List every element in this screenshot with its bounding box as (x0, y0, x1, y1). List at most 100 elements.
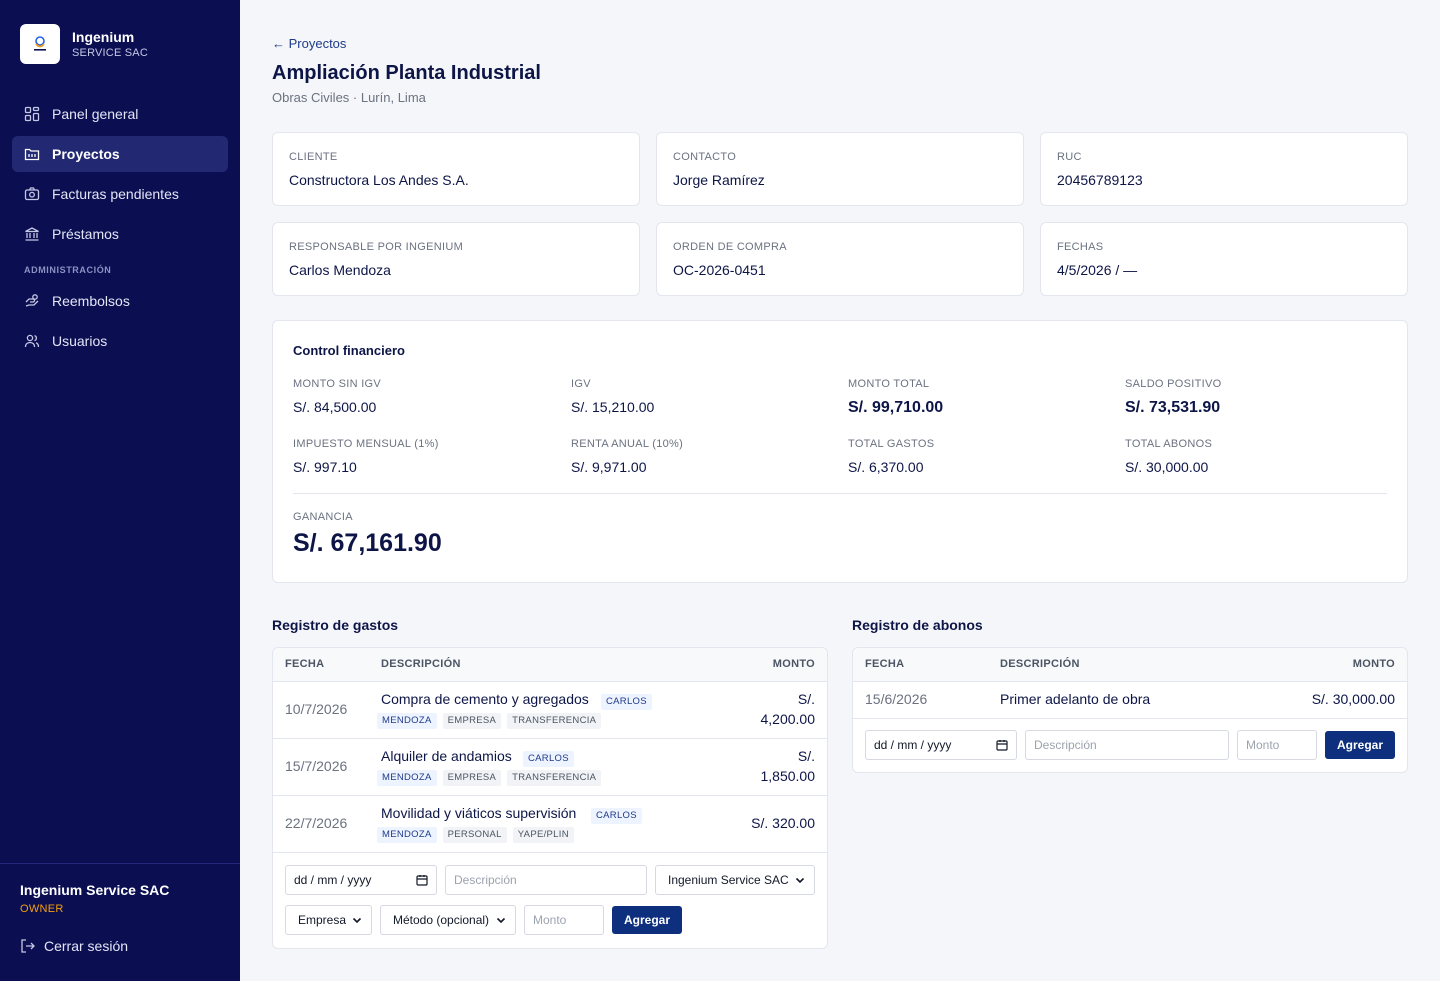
column-header-monto: MONTO (772, 658, 815, 670)
expenses-title: Registro de gastos (272, 617, 399, 633)
tag: CARLOS (601, 694, 652, 710)
column-header-fecha: FECHA (865, 658, 905, 670)
description-placeholder: Descripción (454, 873, 517, 887)
nav-section-admin: ADMINISTRACIÓN (24, 265, 112, 275)
sidebar-item-panel-general[interactable]: Panel general (12, 96, 228, 132)
metric-label: MONTO SIN IGV (293, 378, 382, 390)
type-select-value: Empresa (298, 913, 347, 927)
row-description: Primer adelanto de obra (1000, 691, 1151, 707)
metric-value: S/. 30,000.00 (1125, 459, 1209, 475)
page-subtitle: Obras Civiles · Lurín, Lima (272, 90, 426, 105)
info-label: RUC (1057, 151, 1082, 163)
brand-name: Ingenium (72, 28, 135, 45)
financial-control-card: Control financiero MONTO SIN IGV S/. 84,… (272, 320, 1408, 583)
refund-icon (25, 294, 39, 307)
sidebar-item-label: Préstamos (52, 226, 119, 242)
tag: CARLOS (523, 751, 574, 767)
table-row[interactable]: 22/7/2026 Movilidad y viáticos supervisi… (273, 796, 827, 853)
entity-select-value: Ingenium Service SAC (668, 873, 789, 887)
row-date: 15/6/2026 (865, 691, 928, 707)
brand[interactable]: Ingenium SERVICE SAC (20, 24, 148, 64)
info-card-ruc: RUC 20456789123 (1040, 132, 1408, 206)
info-label: CLIENTE (289, 151, 338, 163)
info-label: RESPONSABLE POR INGENIUM (289, 241, 464, 253)
sidebar-item-label: Reembolsos (52, 293, 130, 309)
row-amount-currency: S/. (797, 748, 815, 764)
payment-method-select[interactable]: Método (opcional) (380, 905, 516, 935)
table-row[interactable]: 15/6/2026 Primer adelanto de obra S/. 30… (853, 682, 1407, 719)
expenses-table: FECHA DESCRIPCIÓN MONTO 10/7/2026 Compra… (272, 647, 828, 949)
sidebar-item-reembolsos[interactable]: Reembolsos (12, 283, 228, 319)
metric-value: S/. 6,370.00 (848, 459, 924, 475)
row-date: 22/7/2026 (285, 815, 348, 831)
payment-description-input[interactable]: Descripción (1025, 730, 1229, 760)
table-header: FECHA DESCRIPCIÓN MONTO (273, 648, 827, 682)
table-row[interactable]: 10/7/2026 Compra de cemento y agregados … (273, 682, 827, 739)
info-card-contacto: CONTACTO Jorge Ramírez (656, 132, 1024, 206)
info-card-responsable: RESPONSABLE POR INGENIUM Carlos Mendoza (272, 222, 640, 296)
table-row[interactable]: 15/7/2026 Alquiler de andamios CARLOS ME… (273, 739, 827, 796)
gain-label: GANANCIA (293, 511, 353, 523)
sidebar-item-usuarios[interactable]: Usuarios (12, 323, 228, 359)
sidebar-item-label: Proyectos (52, 146, 120, 162)
info-value: 20456789123 (1057, 172, 1143, 188)
back-to-projects-link[interactable]: ← Proyectos (272, 36, 346, 51)
info-card-fechas: FECHAS 4/5/2026 / — (1040, 222, 1408, 296)
row-amount: S/. 320.00 (751, 815, 815, 831)
info-value: OC-2026-0451 (673, 262, 766, 278)
info-value: Carlos Mendoza (289, 262, 391, 278)
add-expense-button[interactable]: Agregar (612, 906, 682, 934)
user-name: Ingenium Service SAC (20, 882, 170, 898)
sidebar-item-proyectos[interactable]: Proyectos (12, 136, 228, 172)
metric-value: S/. 997.10 (293, 459, 357, 475)
method-select-value: Método (opcional) (393, 913, 490, 927)
sidebar-item-facturas-pendientes[interactable]: Facturas pendientes (12, 176, 228, 212)
column-header-descripcion: DESCRIPCIÓN (1000, 658, 1080, 670)
metric-value: S/. 9,971.00 (571, 459, 647, 475)
tag: PERSONAL (442, 827, 507, 843)
metric-label: SALDO POSITIVO (1125, 378, 1222, 390)
row-amount: S/. 30,000.00 (1311, 691, 1395, 707)
add-payment-button[interactable]: Agregar (1325, 731, 1395, 759)
metric-value: S/. 84,500.00 (293, 399, 377, 415)
metric-label: IGV (571, 378, 591, 390)
amount-placeholder: Monto (1246, 738, 1280, 752)
sidebar-item-label: Usuarios (52, 333, 108, 349)
tag: EMPRESA (442, 713, 502, 729)
entity-select[interactable]: Ingenium Service SAC (655, 865, 815, 895)
row-amount-currency: S/. (797, 691, 815, 707)
metric-label: MONTO TOTAL (848, 378, 930, 390)
date-placeholder: dd / mm / yyyy (294, 873, 372, 887)
user-role-badge: OWNER (20, 903, 64, 915)
metric-label: TOTAL GASTOS (848, 438, 935, 450)
tag: TRANSFERENCIA (507, 713, 602, 729)
folder-icon (24, 148, 40, 161)
tag: CARLOS (591, 808, 642, 824)
metric-label: IMPUESTO MENSUAL (1%) (293, 438, 439, 450)
expense-date-input[interactable]: dd / mm / yyyy (285, 865, 437, 895)
divider (293, 493, 1387, 494)
payments-title: Registro de abonos (852, 617, 983, 633)
payment-date-input[interactable]: dd / mm / yyyy (865, 730, 1017, 760)
metric-value-total: S/. 99,710.00 (848, 399, 944, 416)
chevron-down-icon (795, 877, 805, 884)
brand-subtitle: SERVICE SAC (72, 46, 148, 59)
logout-button[interactable]: Cerrar sesión (20, 938, 128, 954)
info-label: ORDEN DE COMPRA (673, 241, 787, 253)
expense-amount-input[interactable]: Monto (524, 905, 604, 935)
payment-amount-input[interactable]: Monto (1237, 730, 1317, 760)
column-header-fecha: FECHA (285, 658, 325, 670)
info-value: Jorge Ramírez (673, 172, 765, 188)
table-header: FECHA DESCRIPCIÓN MONTO (853, 648, 1407, 682)
sidebar-item-prestamos[interactable]: Préstamos (12, 216, 228, 252)
sidebar-nav: Panel general Proyectos Facturas pendien… (12, 96, 228, 363)
tag: MENDOZA (377, 827, 437, 843)
expense-description-input[interactable]: Descripción (445, 865, 647, 895)
amount-placeholder: Monto (533, 913, 567, 927)
sidebar-footer: Ingenium Service SAC OWNER Cerrar sesión (0, 863, 240, 981)
info-label: FECHAS (1057, 241, 1104, 253)
expense-type-select[interactable]: Empresa (285, 905, 372, 935)
date-placeholder: dd / mm / yyyy (874, 738, 952, 752)
tag: YAPE/PLIN (512, 827, 574, 843)
info-label: CONTACTO (673, 151, 737, 163)
